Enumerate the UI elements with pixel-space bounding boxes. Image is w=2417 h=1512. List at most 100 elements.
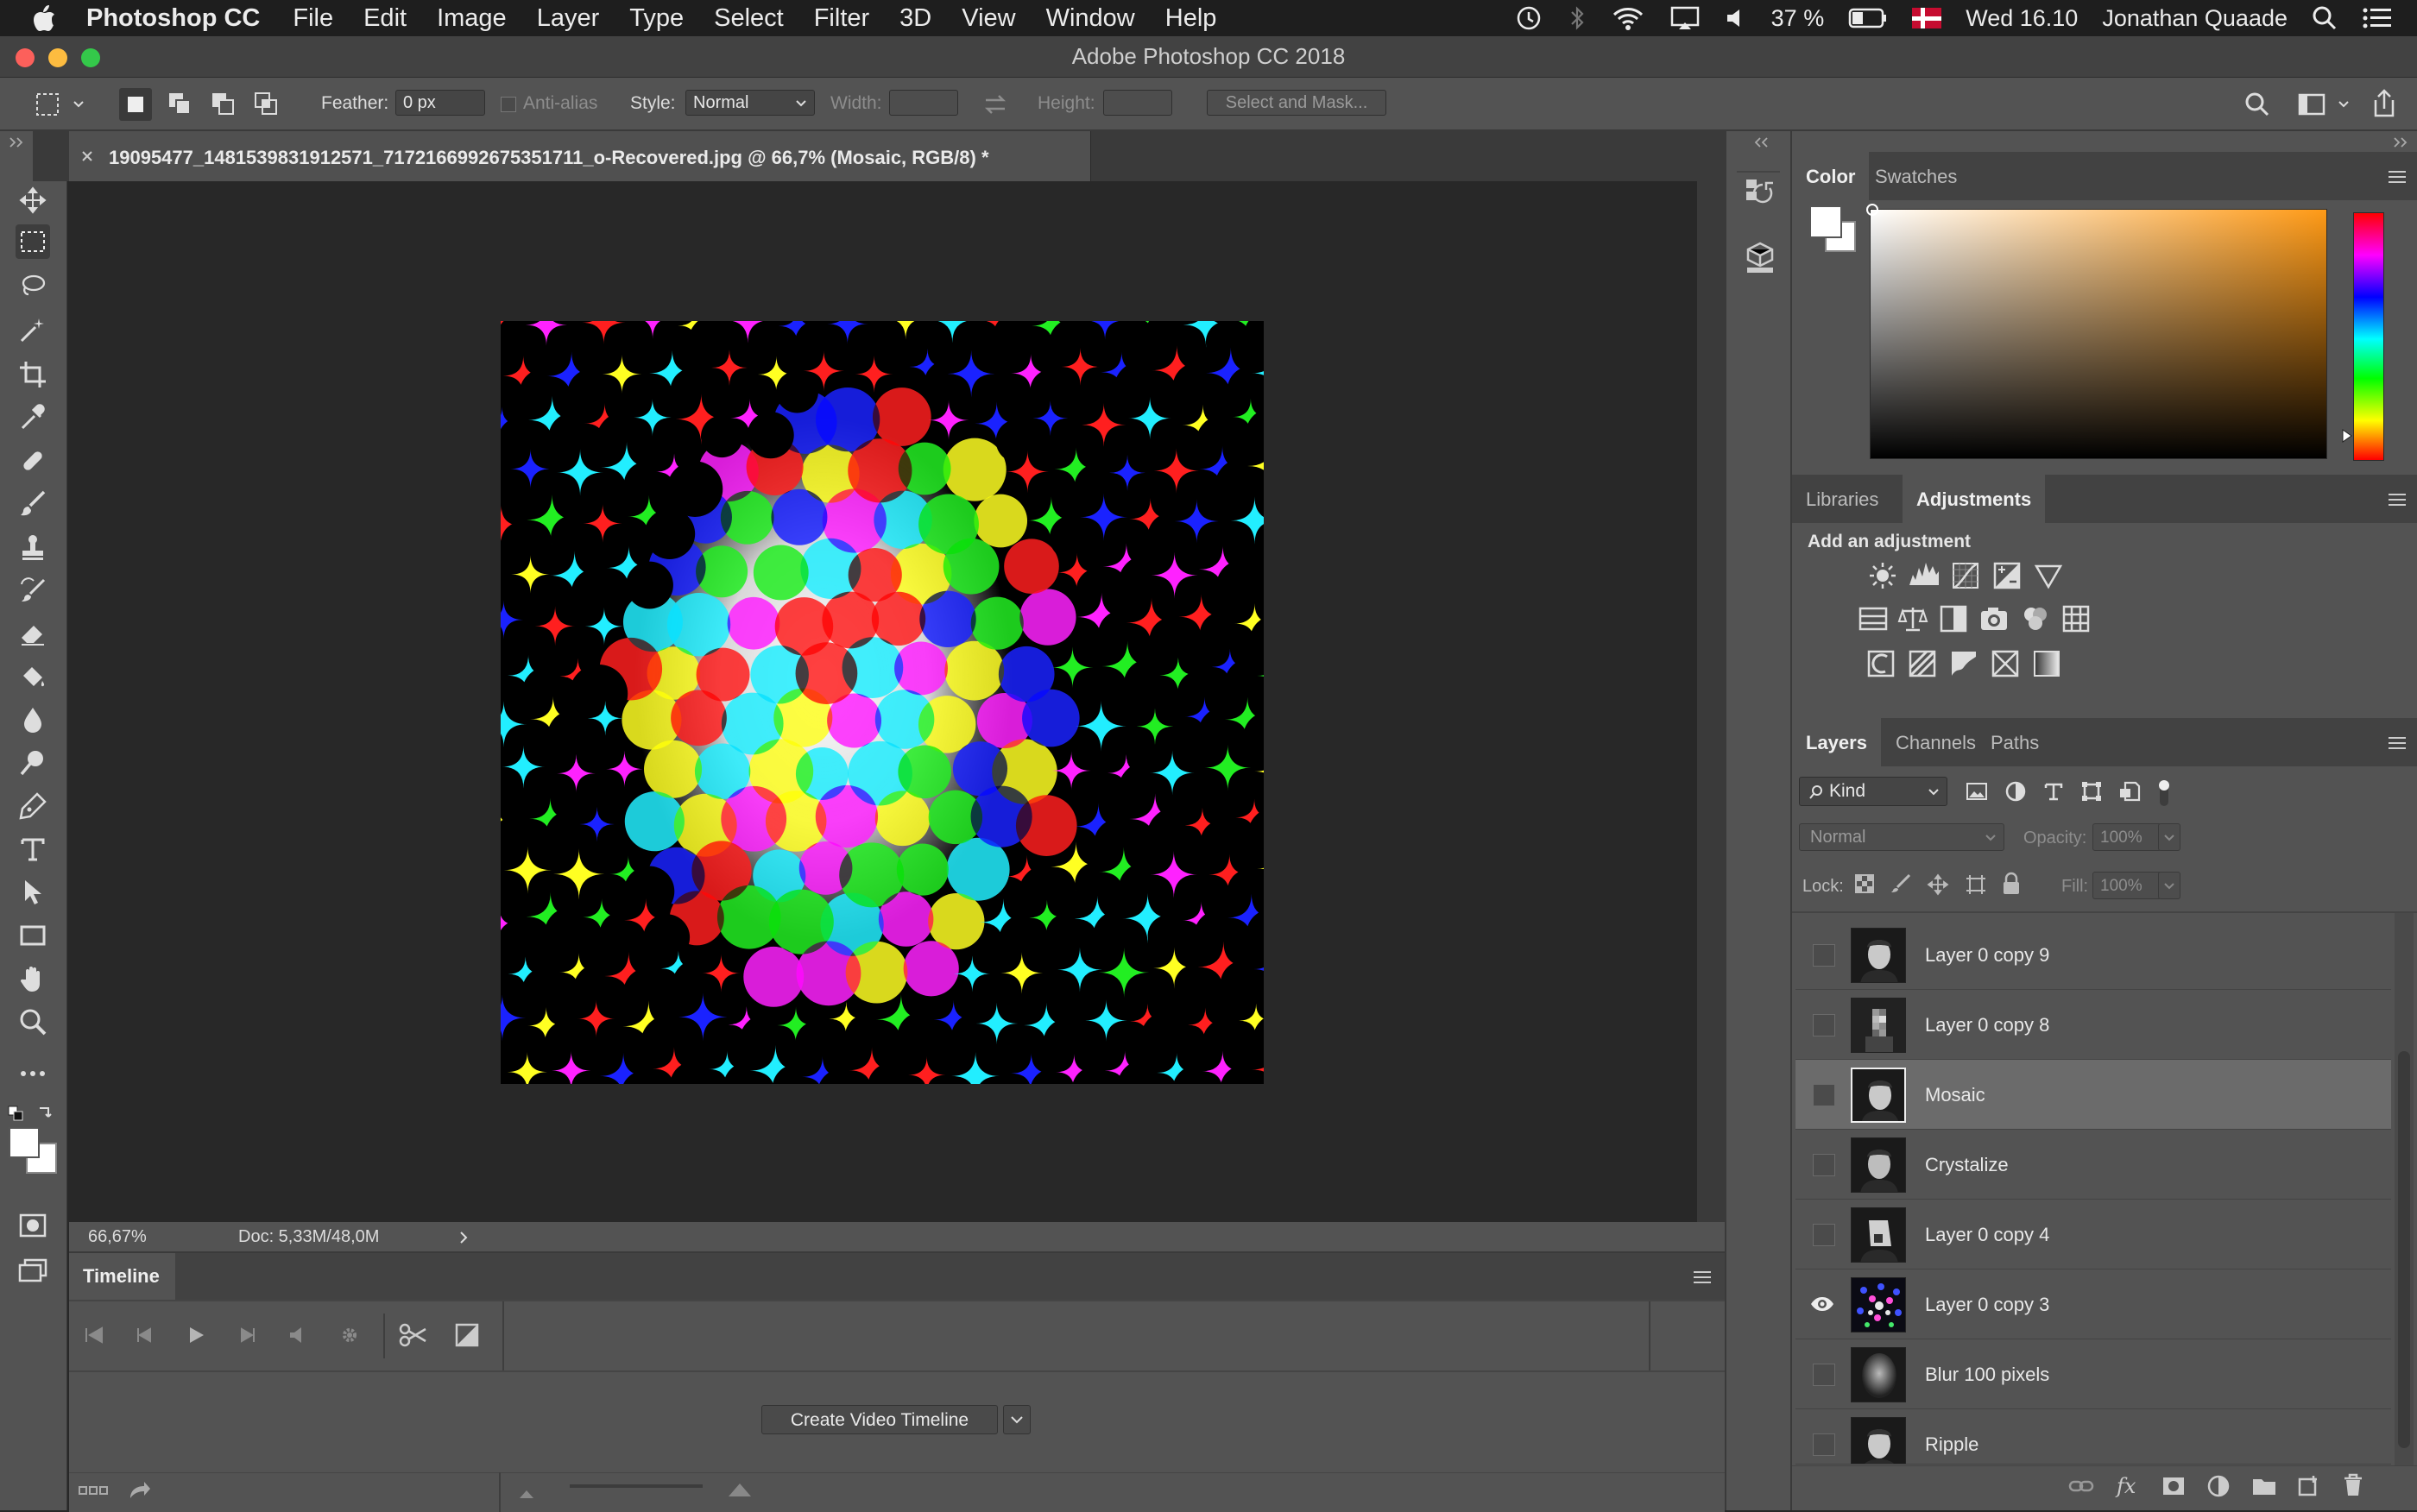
audio-icon[interactable] [285, 1322, 311, 1348]
delete-layer-trash-icon[interactable] [2341, 1472, 2365, 1498]
threshold-icon[interactable] [1949, 649, 1978, 678]
zoom-tool[interactable] [16, 1005, 50, 1039]
filter-type-layers-icon[interactable] [2042, 780, 2065, 803]
layer-name[interactable]: Mosaic [1925, 1084, 1985, 1106]
new-adjustment-layer-icon[interactable] [2206, 1474, 2231, 1498]
menu-layer[interactable]: Layer [537, 4, 600, 33]
layer-name[interactable]: Layer 0 copy 9 [1925, 944, 2049, 967]
airplay-icon[interactable] [1669, 3, 1701, 33]
opacity-slider-button[interactable] [2158, 823, 2180, 851]
lock-image-pixels-icon[interactable] [1890, 873, 1911, 894]
next-frame-icon[interactable] [235, 1322, 261, 1348]
layer-row[interactable]: Ripple [1795, 1409, 2391, 1465]
chevron-right-icon[interactable] [458, 1231, 470, 1244]
tab-layers[interactable]: Layers [1792, 718, 1881, 766]
selective-color-icon[interactable] [1991, 649, 2020, 678]
filter-pixel-layers-icon[interactable] [1965, 780, 1989, 803]
opacity-input[interactable]: 100% [2092, 823, 2161, 851]
share-icon[interactable] [2370, 88, 2398, 119]
clone-stamp-tool[interactable] [16, 530, 50, 564]
expand-panel-icon[interactable] [9, 136, 26, 148]
filter-toggle-switch-icon[interactable] [2156, 778, 2172, 808]
levels-icon[interactable] [1908, 561, 1941, 590]
time-machine-icon[interactable] [1514, 3, 1543, 33]
color-balance-icon[interactable] [1897, 604, 1928, 633]
path-selection-tool[interactable] [16, 875, 50, 910]
battery-icon[interactable] [1848, 8, 1888, 28]
hue-saturation-icon[interactable] [1858, 606, 1889, 632]
vibrance-icon[interactable] [2034, 561, 2063, 590]
layer-style-fx-icon[interactable]: fx [2117, 1474, 2136, 1498]
height-input[interactable] [1103, 90, 1172, 116]
pen-tool[interactable] [16, 789, 50, 823]
panel-menu-icon[interactable] [2386, 735, 2408, 751]
zoom-level[interactable]: 66,67% [88, 1227, 147, 1247]
layer-row[interactable]: Layer 0 copy 8 [1795, 990, 2391, 1060]
layer-name[interactable]: Ripple [1925, 1433, 1978, 1456]
layer-row[interactable]: Layer 0 copy 9 [1795, 920, 2391, 990]
eraser-tool[interactable] [16, 616, 50, 651]
layer-visibility-toggle[interactable] [1813, 1364, 1835, 1386]
layer-visibility-toggle[interactable] [1813, 1084, 1835, 1106]
filter-adjustment-layers-icon[interactable] [2004, 780, 2027, 803]
link-layers-icon[interactable] [2068, 1474, 2094, 1498]
bluetooth-icon[interactable] [1568, 3, 1587, 33]
color-picker-marker[interactable] [1866, 204, 1878, 216]
chevron-down-icon[interactable] [73, 98, 85, 110]
menu-3d[interactable]: 3D [899, 4, 931, 33]
document-canvas[interactable] [501, 321, 1264, 1084]
history-brush-tool[interactable] [16, 573, 50, 608]
feather-input[interactable]: 0 px [395, 90, 485, 116]
style-select[interactable]: Normal [685, 90, 815, 116]
timeline-options-dropdown[interactable] [1003, 1405, 1031, 1434]
rectangle-tool[interactable] [16, 918, 50, 953]
go-to-first-frame-icon[interactable] [81, 1322, 107, 1348]
layer-visibility-toggle[interactable] [1813, 1433, 1835, 1456]
workspace-icon[interactable] [2298, 91, 2327, 117]
play-icon[interactable] [183, 1322, 209, 1348]
danish-flag-icon[interactable] [1912, 8, 1942, 28]
close-icon[interactable] [81, 150, 93, 162]
lock-all-icon[interactable] [2001, 872, 2022, 896]
paint-bucket-tool[interactable] [16, 659, 50, 694]
move-tool[interactable] [16, 183, 50, 217]
clock[interactable]: Wed 16.10 [1966, 5, 2078, 32]
history-panel-icon[interactable] [1744, 176, 1776, 211]
zoom-out-mountain-icon[interactable] [518, 1488, 537, 1500]
posterize-icon[interactable] [1908, 649, 1937, 678]
curves-icon[interactable] [1951, 561, 1980, 590]
notification-center-icon[interactable] [2362, 5, 2393, 31]
filter-smart-objects-icon[interactable] [2118, 780, 2141, 803]
app-menu-photoshop[interactable]: Photoshop CC [86, 4, 260, 33]
subtract-from-selection-icon[interactable] [209, 90, 238, 119]
lasso-tool[interactable] [16, 269, 50, 304]
document-tab[interactable]: 19095477_1481539831912571_71721669926753… [69, 131, 1091, 181]
new-layer-icon[interactable] [2296, 1474, 2320, 1498]
settings-gear-icon[interactable] [337, 1322, 363, 1348]
collapse-panel-icon[interactable] [2393, 136, 2410, 148]
crop-tool[interactable] [16, 357, 50, 392]
filter-shape-layers-icon[interactable] [2080, 780, 2103, 803]
tab-color[interactable]: Color [1792, 152, 1870, 200]
fill-input[interactable]: 100% [2092, 872, 2161, 899]
new-group-folder-icon[interactable] [2251, 1474, 2277, 1498]
fill-slider-button[interactable] [2158, 872, 2180, 899]
brightness-contrast-icon[interactable] [1868, 561, 1897, 590]
layer-visibility-toggle[interactable] [1813, 1014, 1835, 1036]
exposure-icon[interactable] [1992, 561, 2022, 590]
color-foreground-swatch[interactable] [1809, 205, 1842, 238]
zoom-in-mountain-icon[interactable] [727, 1481, 756, 1498]
layer-name[interactable]: Layer 0 copy 3 [1925, 1294, 2049, 1316]
layer-filter-select[interactable]: Kind [1799, 777, 1947, 806]
layer-name[interactable]: Blur 100 pixels [1925, 1364, 2049, 1386]
menu-filter[interactable]: Filter [814, 4, 869, 33]
add-layer-mask-icon[interactable] [2161, 1474, 2186, 1498]
menu-view[interactable]: View [962, 4, 1015, 33]
canvas-area[interactable] [69, 181, 1697, 1222]
select-and-mask-button[interactable]: Select and Mask... [1207, 90, 1386, 116]
tab-channels[interactable]: Channels [1882, 718, 1990, 766]
menu-help[interactable]: Help [1165, 4, 1217, 33]
rectangular-marquee-tool[interactable] [16, 224, 50, 259]
gradient-map-icon[interactable] [2032, 649, 2061, 678]
swap-colors-icon[interactable] [36, 1105, 54, 1122]
